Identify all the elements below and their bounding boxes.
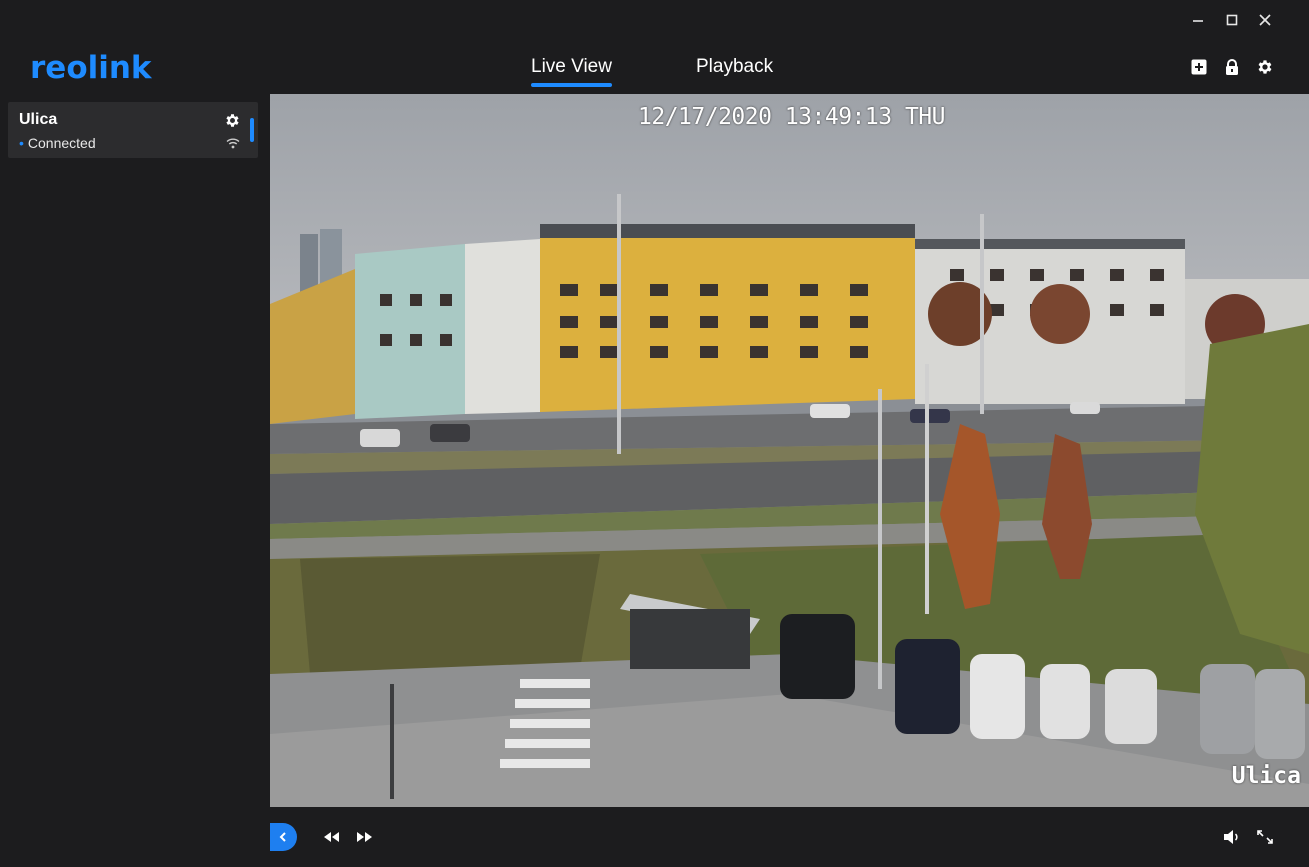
collapse-sidebar-button[interactable] [270,823,297,851]
video-timestamp: 12/17/2020 13:49:13 THU [638,104,946,130]
video-camera-label: Ulica [1231,763,1301,789]
rewind-icon[interactable] [322,829,342,845]
close-icon[interactable] [1255,10,1275,30]
lock-icon[interactable] [1223,58,1241,76]
camera-scene-image [270,94,1309,807]
camera-list-item[interactable]: Ulica • Connected [8,102,258,158]
collapse-icon [279,832,286,842]
fullscreen-icon[interactable] [1255,829,1275,845]
add-device-icon[interactable] [1190,58,1208,76]
live-video-feed[interactable]: 12/17/2020 13:49:13 THU Ulica [270,94,1309,807]
camera-status-text: Connected [27,135,96,151]
settings-icon[interactable] [1256,58,1274,76]
reolink-logo: reolink [30,50,152,86]
status-dot-icon: • [19,135,24,151]
camera-settings-icon[interactable] [224,112,241,129]
sidebar-scrollbar[interactable] [250,118,254,142]
tab-live-view[interactable]: Live View [531,56,612,87]
maximize-icon[interactable] [1222,10,1242,30]
wifi-icon [226,136,240,149]
title-bar: reolink Live View Playback [0,0,1309,92]
volume-icon[interactable] [1222,829,1242,845]
camera-name: Ulica [19,111,58,128]
tab-playback[interactable]: Playback [696,56,773,78]
minimize-icon[interactable] [1188,10,1208,30]
playback-control-bar [270,807,1309,867]
camera-status: • Connected [19,135,96,151]
camera-sidebar: Ulica • Connected [0,92,270,867]
fast-forward-icon[interactable] [354,829,374,845]
